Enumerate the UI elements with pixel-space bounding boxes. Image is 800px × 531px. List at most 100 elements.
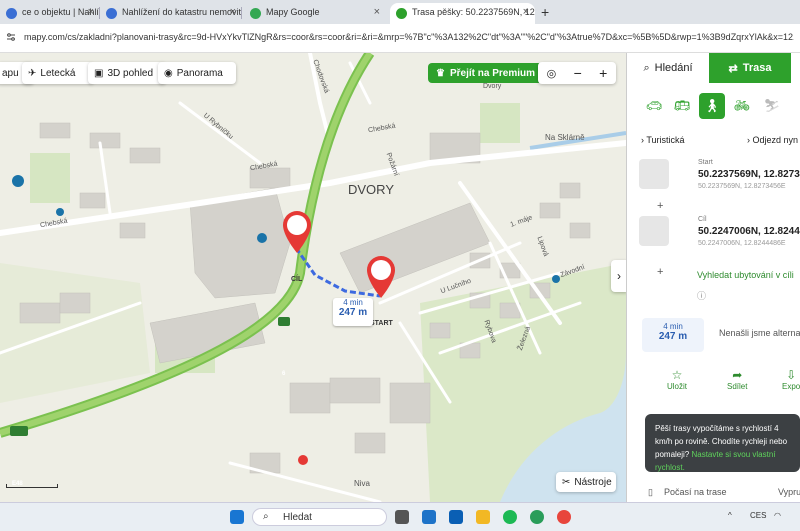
eye-icon: ◉: [164, 67, 173, 79]
zoom-in-button[interactable]: +: [599, 65, 607, 81]
end-marker-label: CÍL: [291, 276, 303, 283]
start-coordinate[interactable]: 50.2237569N, 12.8273456E: [698, 169, 800, 180]
tools-icon: ✂: [562, 476, 571, 488]
map-canvas[interactable]: DVORY Chebská Chebská Chebská U Rybníčku…: [0, 53, 626, 502]
collapse-panel-button[interactable]: ›: [611, 260, 627, 292]
globe-icon: [106, 8, 117, 19]
browser-tab-strip: ce o objektu | Nahlížení × Nahlížení do …: [0, 0, 800, 24]
mapy-icon: [396, 8, 407, 19]
new-tab-button[interactable]: +: [541, 4, 549, 20]
export-button[interactable]: ⇩ Expo: [782, 368, 800, 391]
route-info-bubble[interactable]: 4 min 247 m: [333, 298, 373, 326]
browser-tab[interactable]: Nahlížení do katastru nemovitostí ×: [100, 3, 242, 24]
app-icon[interactable]: [449, 510, 463, 524]
start-marker-label: START: [370, 320, 393, 327]
road-label-6: 6: [282, 371, 286, 377]
add-waypoint-button[interactable]: +: [657, 266, 663, 278]
chrome-icon[interactable]: [557, 510, 571, 524]
globe-icon: [6, 8, 17, 19]
tab-route[interactable]: ⇄ Trasa: [709, 53, 791, 83]
tools-button[interactable]: ✂ Nástroje: [556, 472, 616, 492]
spotify-icon[interactable]: [503, 510, 517, 524]
walk-mode-button[interactable]: 🚶︎: [699, 93, 725, 119]
chevron-right-icon: ›: [747, 135, 750, 145]
address-bar[interactable]: mapy.com/cs/zakladni?planovani-trasy&rc=…: [0, 24, 800, 53]
walking-speed-toast: Pěší trasy vypočítáme s rychlostí 4 km/h…: [645, 414, 800, 472]
taskbar: ⌕ Hledat ^ CES ◠: [0, 502, 800, 531]
browser-tab[interactable]: ce o objektu | Nahlížení ×: [0, 3, 100, 24]
close-tab-icon[interactable]: ×: [374, 6, 380, 18]
export-icon: ⇩: [786, 368, 797, 382]
language-indicator[interactable]: CES: [750, 511, 766, 520]
share-button[interactable]: ➦ Sdílet: [727, 368, 747, 391]
locate-icon[interactable]: ◎: [547, 67, 557, 80]
walk-icon: 🚶︎: [703, 98, 721, 113]
transport-modes: 🚗︎ 🚌︎ 🚶︎ 🚲︎ ⛷︎: [627, 93, 800, 121]
add-waypoint-button[interactable]: +: [657, 200, 663, 212]
location-pin-icon: [639, 159, 669, 189]
car-mode-button[interactable]: 🚗︎: [641, 93, 667, 119]
end-coordinate[interactable]: 50.2247006N, 12.8244486E: [698, 226, 800, 237]
browser-tab-active[interactable]: Trasa pěšky: 50.2237569N, 12.8... ×: [390, 3, 535, 24]
bus-stop-icon: [56, 208, 64, 216]
green-area: [30, 153, 70, 203]
street-label: Dvory: [483, 83, 502, 90]
chevron-right-icon: ›: [641, 135, 644, 145]
ski-icon: ⛷︎: [763, 98, 781, 113]
car-icon: 🚗︎: [645, 98, 663, 113]
url-text[interactable]: mapy.com/cs/zakladni?planovani-trasy&rc=…: [24, 32, 794, 42]
map-graphic[interactable]: [0, 53, 626, 502]
route-icon: ⇄: [728, 62, 738, 75]
close-tab-icon[interactable]: ×: [523, 6, 529, 18]
zoom-controls: ◎ − +: [538, 62, 616, 84]
task-view-icon[interactable]: [395, 510, 409, 524]
ski-mode-button[interactable]: ⛷︎: [759, 93, 785, 119]
app-icon[interactable]: [530, 510, 544, 524]
poi-icon: [257, 233, 267, 243]
weather-icon: ▯: [648, 487, 653, 497]
search-icon: ⌕: [263, 511, 269, 522]
windows-start-icon[interactable]: [230, 510, 244, 524]
tab-search[interactable]: ⌕ Hledání: [627, 53, 709, 83]
site-info-icon[interactable]: [6, 32, 16, 42]
street-label: Niva: [354, 479, 371, 488]
wifi-icon[interactable]: ◠: [774, 511, 781, 520]
cube-icon: ▣: [94, 67, 104, 79]
share-icon: ➦: [732, 368, 743, 382]
panorama-button[interactable]: ◉ Panorama: [158, 62, 236, 84]
close-tab-icon[interactable]: ×: [230, 6, 236, 18]
star-icon: ☆: [671, 368, 683, 382]
app-icon[interactable]: [422, 510, 436, 524]
premium-button[interactable]: ♛ Přejít na Premium: [428, 63, 543, 83]
3d-view-button[interactable]: ▣ 3D pohled: [88, 62, 166, 84]
route-distance: 247 m: [338, 307, 368, 318]
poi-icon: [12, 175, 24, 187]
save-button[interactable]: ☆ Uložit: [667, 368, 687, 391]
road-shield-6: [278, 317, 290, 326]
accommodation-link[interactable]: Vyhledat ubytování v cíli: [697, 270, 794, 280]
route-summary[interactable]: 4 min 247 m Nenašli jsme alternat: [627, 318, 800, 358]
chevron-right-icon: ›: [617, 269, 621, 283]
route-summary-box[interactable]: 4 min 247 m: [642, 318, 704, 352]
plane-icon: ✈: [28, 67, 37, 79]
browser-tab[interactable]: Mapy Google ×: [244, 3, 386, 24]
hospital-icon: [298, 455, 308, 465]
google-maps-icon: [250, 8, 261, 19]
route-type-select[interactable]: › Turistická: [641, 135, 685, 145]
taskbar-search[interactable]: ⌕ Hledat: [252, 508, 387, 526]
green-area: [480, 103, 520, 143]
info-icon[interactable]: ⓘ: [697, 289, 706, 302]
location-pin-icon: [639, 216, 669, 246]
bike-mode-button[interactable]: 🚲︎: [729, 93, 755, 119]
aerial-map-button[interactable]: ✈ Letecká: [22, 62, 94, 84]
file-explorer-icon[interactable]: [476, 510, 490, 524]
no-alternatives-text: Nenašli jsme alternat: [719, 328, 800, 338]
tray-chevron-icon[interactable]: ^: [728, 511, 732, 520]
departure-select[interactable]: › Odjezd nyn: [747, 135, 798, 145]
zoom-out-button[interactable]: −: [574, 65, 582, 81]
district-label: DVORY: [348, 182, 394, 197]
bus-mode-button[interactable]: 🚌︎: [669, 93, 695, 119]
bus-stop-icon: [552, 275, 560, 283]
close-tab-icon[interactable]: ×: [88, 6, 94, 18]
weather-row[interactable]: ▯ Počasí na trase Vypru: [626, 483, 800, 502]
